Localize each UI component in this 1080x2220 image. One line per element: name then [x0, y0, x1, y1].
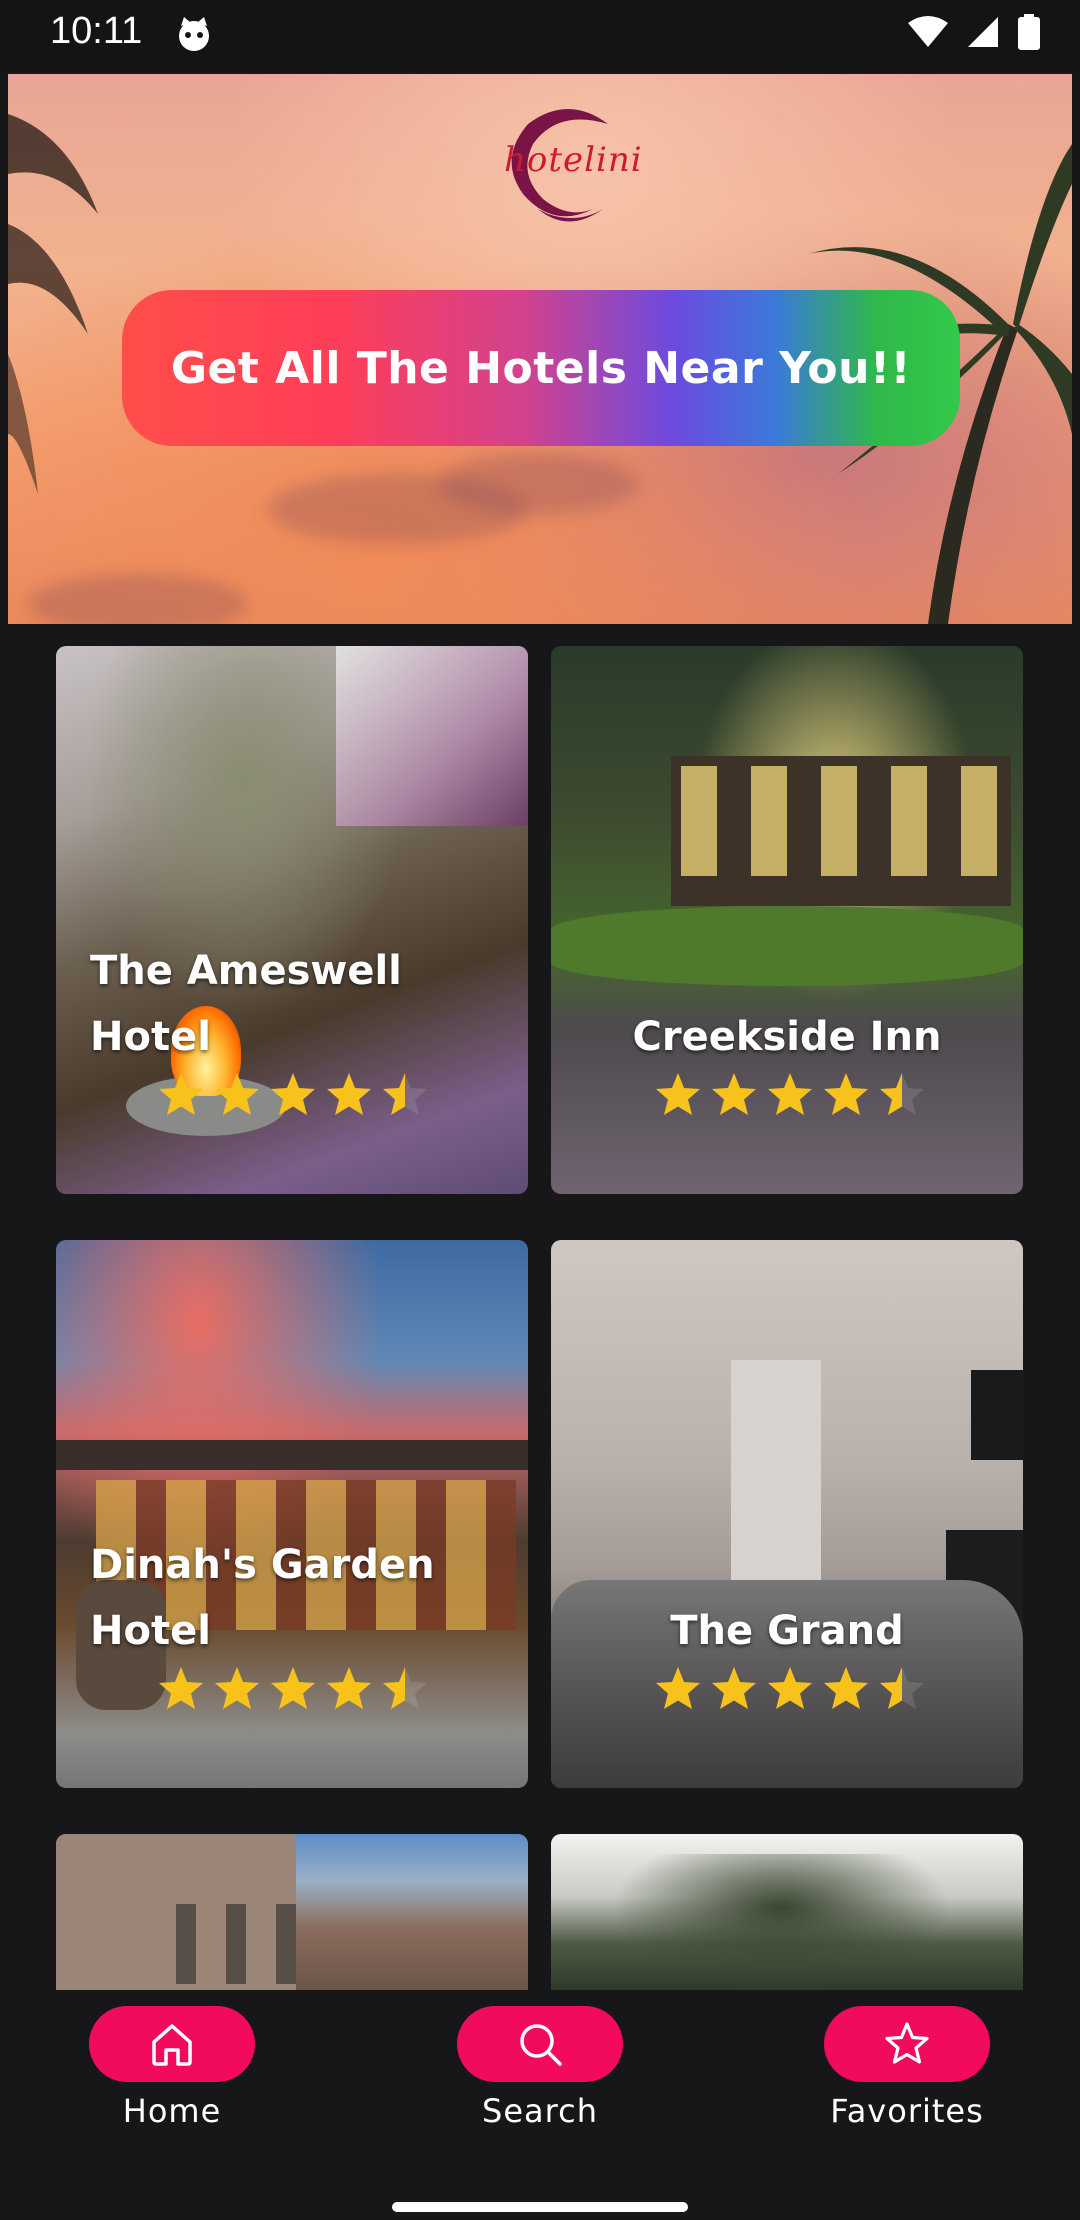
home-indicator-bar	[392, 2202, 688, 2212]
nav-home[interactable]: Home	[72, 2006, 272, 2130]
star-full-icon	[712, 1073, 756, 1115]
hotel-name: The Grand	[551, 1598, 1023, 1664]
home-icon	[152, 2024, 192, 2066]
bottom-navigation: Home Search Favorites	[0, 1990, 1080, 2220]
cat-notification-icon	[179, 17, 209, 51]
hotel-card[interactable]	[56, 1834, 528, 1990]
tv-screen	[971, 1370, 1023, 1460]
nav-favorites[interactable]: Favorites	[807, 2006, 1007, 2130]
star-full-icon	[159, 1073, 203, 1115]
star-full-icon	[768, 1667, 812, 1709]
hotel-name-line1: Dinah's Garden	[90, 1542, 435, 1588]
star-outline-icon	[885, 2022, 929, 2064]
rating-stars	[156, 1664, 430, 1714]
nav-search-label: Search	[482, 2092, 598, 2130]
nav-favorites-label: Favorites	[830, 2092, 984, 2130]
hotel-card[interactable]: The Ameswell Hotel	[56, 646, 528, 1194]
status-time: 10:11	[50, 10, 143, 52]
hotel-name-line2: Hotel	[90, 1608, 211, 1654]
star-half-icon	[880, 1073, 924, 1115]
nav-home-pill[interactable]	[89, 2006, 255, 2082]
lit-windows	[681, 766, 1001, 876]
rating-stars	[653, 1664, 927, 1714]
star-full-icon	[768, 1073, 812, 1115]
get-hotels-button[interactable]: Get All The Hotels Near You!!	[122, 290, 960, 446]
star-full-icon	[327, 1073, 371, 1115]
star-full-icon	[712, 1667, 756, 1709]
star-full-icon	[656, 1667, 700, 1709]
nav-search-pill[interactable]	[457, 2006, 623, 2082]
star-full-icon	[327, 1667, 371, 1709]
star-full-icon	[271, 1073, 315, 1115]
hotel-card[interactable]: The Grand	[551, 1240, 1023, 1788]
battery-icon	[1018, 14, 1040, 50]
star-full-icon	[215, 1073, 259, 1115]
hotel-name: Dinah's Garden Hotel	[90, 1532, 435, 1664]
star-full-icon	[824, 1073, 868, 1115]
hotel-name-line1: The Grand	[670, 1608, 904, 1654]
star-half-icon	[880, 1667, 924, 1709]
search-icon	[520, 2024, 562, 2066]
hotel-name: Creekside Inn	[551, 1004, 1023, 1070]
logo-text: hotelini	[504, 140, 643, 180]
palm-left-image	[8, 114, 98, 494]
hotel-card[interactable]: Dinah's Garden Hotel	[56, 1240, 528, 1788]
star-full-icon	[159, 1667, 203, 1709]
hotel-name: The Ameswell Hotel	[90, 938, 402, 1070]
hotel-name-line1: The Ameswell	[90, 948, 402, 994]
nav-search[interactable]: Search	[440, 2006, 640, 2130]
star-full-icon	[215, 1667, 259, 1709]
wifi-icon	[908, 16, 948, 47]
signal-icon	[968, 17, 998, 47]
hotel-photo	[611, 1854, 951, 1990]
lawn	[551, 906, 1023, 986]
status-bar: 10:11	[0, 0, 1080, 72]
hero-banner: hotelini Get All The Hotels Near You!!	[8, 74, 1072, 624]
hotel-name-line2: Hotel	[90, 1014, 211, 1060]
rating-stars	[156, 1070, 430, 1120]
hotel-card[interactable]: Creekside Inn	[551, 646, 1023, 1194]
nav-home-label: Home	[122, 2092, 222, 2130]
building-windows	[176, 1904, 296, 1984]
star-full-icon	[824, 1667, 868, 1709]
nav-favorites-pill[interactable]	[824, 2006, 990, 2082]
star-full-icon	[271, 1667, 315, 1709]
hotel-card[interactable]	[551, 1834, 1023, 1990]
star-half-icon	[383, 1073, 427, 1115]
hotel-photo	[336, 646, 528, 826]
hotel-photo	[56, 1440, 528, 1470]
star-full-icon	[656, 1073, 700, 1115]
rating-stars	[653, 1070, 927, 1120]
hotel-name-line1: Creekside Inn	[632, 1014, 942, 1060]
star-half-icon	[383, 1667, 427, 1709]
